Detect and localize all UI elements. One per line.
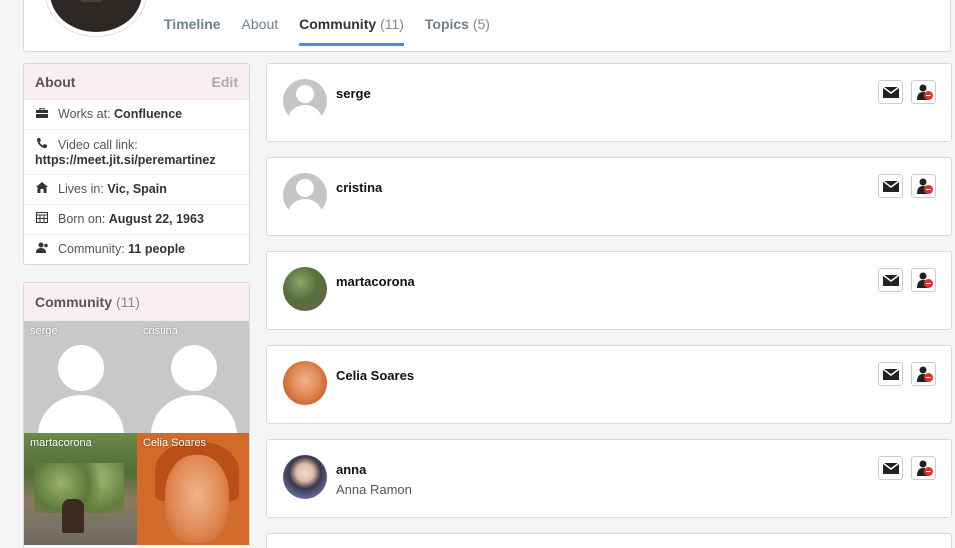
remove-member-button[interactable] [911, 362, 936, 386]
avatar-placeholder [171, 345, 217, 391]
profile-avatar[interactable] [46, 0, 146, 36]
community-panel-header: Community (11) [24, 283, 249, 321]
tab-about[interactable]: About [242, 16, 279, 46]
phone-icon [35, 137, 49, 153]
remove-member-button[interactable] [911, 268, 936, 292]
community-tile-martacorona[interactable]: martacorona [24, 433, 137, 545]
member-card: cristina [266, 157, 952, 236]
home-icon [35, 182, 49, 197]
member-username[interactable]: martacorona [336, 274, 415, 289]
community-grid: serge cristina martacorona Celia Soares [24, 321, 249, 545]
video-call-link[interactable]: https://meet.jit.si/peremartinez [35, 153, 216, 167]
community-tile-serge[interactable]: serge [24, 321, 137, 433]
member-username[interactable]: cristina [336, 180, 382, 195]
remove-member-button[interactable] [911, 456, 936, 480]
member-username[interactable]: anna [336, 462, 366, 477]
community-count: (11) [116, 293, 140, 310]
about-row-community: Community: 11 people [24, 235, 249, 264]
member-username[interactable]: serge [336, 86, 371, 101]
avatar[interactable] [283, 455, 327, 499]
about-row-birthday: Born on: August 22, 1963 [24, 205, 249, 235]
send-message-button[interactable] [878, 268, 903, 292]
edit-about-link[interactable]: Edit [212, 74, 238, 90]
community-tile-celia-soares[interactable]: Celia Soares [137, 433, 249, 545]
send-message-button[interactable] [878, 362, 903, 386]
tab-community[interactable]: Community (11) [299, 16, 404, 46]
about-panel-title: About [35, 73, 76, 90]
member-card: martacorona [266, 251, 952, 330]
member-card: serge [266, 63, 952, 142]
avatar[interactable] [283, 361, 327, 405]
member-card: Celia Soares [266, 345, 952, 424]
envelope-icon [882, 462, 899, 474]
profile-tabs: Timeline About Community (11) Topics (5) [164, 16, 511, 46]
envelope-icon [882, 274, 899, 286]
send-message-button[interactable] [878, 456, 903, 480]
calendar-icon [35, 212, 49, 227]
tab-timeline[interactable]: Timeline [164, 16, 221, 46]
envelope-icon [882, 180, 899, 192]
send-message-button[interactable] [878, 174, 903, 198]
community-tile-cristina[interactable]: cristina [137, 321, 249, 433]
about-panel: About Edit Works at: Confluence Video ca… [23, 63, 250, 265]
about-row-video-call: Video call link: https://meet.jit.si/pere… [24, 130, 249, 175]
send-message-button[interactable] [878, 80, 903, 104]
avatar-placeholder [58, 345, 104, 391]
avatar[interactable] [283, 173, 327, 217]
avatar[interactable] [283, 267, 327, 311]
about-row-location: Lives in: Vic, Spain [24, 175, 249, 205]
member-card: anna Anna Ramon [266, 439, 952, 518]
envelope-icon [882, 368, 899, 380]
community-panel-title: Community [35, 293, 112, 310]
envelope-icon [882, 86, 899, 98]
tab-topics[interactable]: Topics (5) [425, 16, 490, 46]
remove-member-button[interactable] [911, 80, 936, 104]
about-panel-header: About Edit [24, 64, 249, 100]
profile-header: Timeline About Community (11) Topics (5) [23, 0, 951, 52]
member-username[interactable]: Celia Soares [336, 368, 414, 383]
member-fullname: Anna Ramon [336, 482, 412, 497]
remove-member-button[interactable] [911, 174, 936, 198]
briefcase-icon [35, 107, 49, 122]
community-icon [35, 242, 49, 257]
avatar[interactable] [283, 79, 327, 123]
about-row-work: Works at: Confluence [24, 100, 249, 130]
member-card [266, 533, 952, 548]
community-panel: Community (11) serge cristina martacorona… [23, 282, 250, 548]
